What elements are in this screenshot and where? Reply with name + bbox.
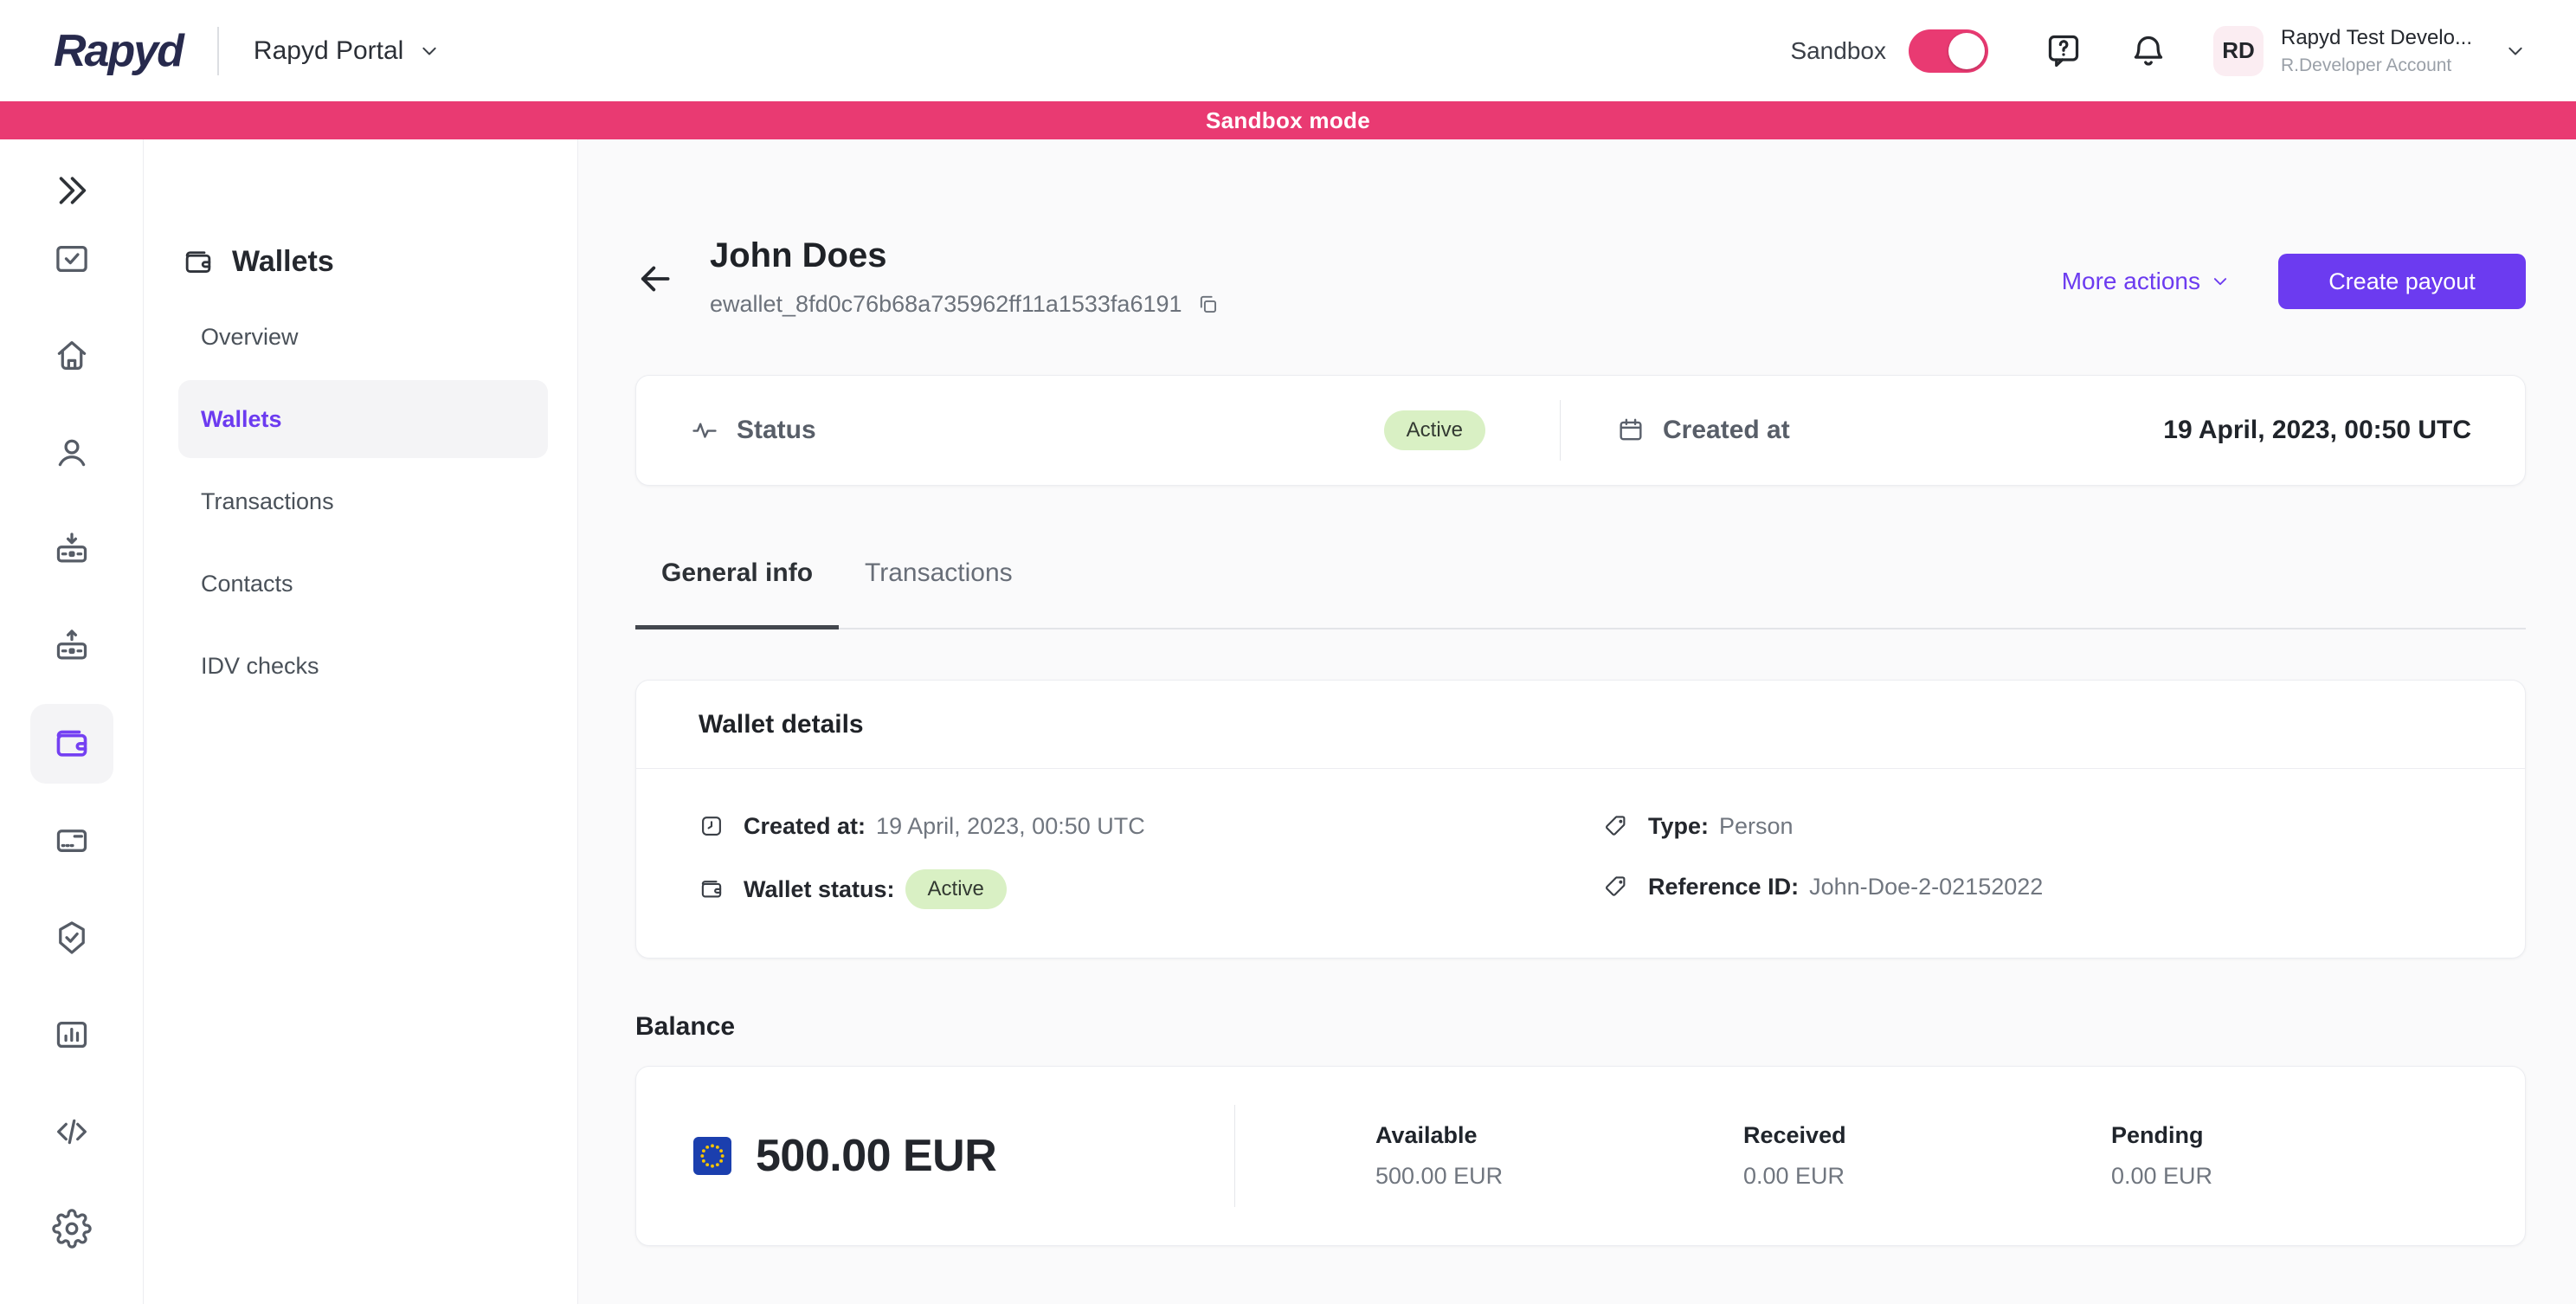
rapyd-logo[interactable]: Rapyd	[54, 25, 183, 77]
sidebar-menu: Overview Wallets Transactions Contacts I…	[178, 298, 548, 709]
detail-type: Type: Person	[1603, 809, 2463, 843]
wallets-sidebar: Wallets Overview Wallets Transactions Co…	[144, 139, 578, 1304]
rail-item-customers[interactable]	[30, 413, 113, 493]
toggle-knob	[1948, 33, 1985, 69]
arrow-left-icon	[635, 259, 675, 299]
rail-item-disburse[interactable]	[30, 607, 113, 687]
rail-item-wallets[interactable]	[30, 704, 113, 784]
workspace-label: Rapyd Portal	[254, 36, 403, 66]
status-badge: Active	[1384, 410, 1485, 450]
expand-sidebar-button[interactable]	[52, 171, 92, 210]
rail-item-collect[interactable]	[30, 510, 113, 590]
balance-total: 500.00 EUR	[756, 1130, 996, 1182]
rail-item-home[interactable]	[30, 316, 113, 396]
sidebar-item-overview[interactable]: Overview	[178, 298, 548, 376]
wallet-details-title: Wallet details	[636, 681, 2525, 769]
code-icon	[52, 1112, 92, 1152]
workspace-switcher[interactable]: Rapyd Portal	[254, 36, 441, 66]
eu-flag-icon	[693, 1137, 731, 1175]
wallet-icon	[182, 246, 215, 279]
home-icon	[52, 336, 92, 376]
detail-reference-id: Reference ID: John-Doe-2-02152022	[1603, 869, 2463, 904]
avatar: RD	[2213, 26, 2264, 76]
tabs: General info Transactions	[635, 558, 2526, 629]
chevron-down-icon	[2209, 270, 2231, 293]
sandbox-mode-banner: Sandbox mode	[0, 101, 2576, 139]
gear-icon	[52, 1209, 92, 1249]
chevron-down-icon	[417, 39, 441, 63]
rail-item-developers[interactable]	[30, 1092, 113, 1172]
balance-pending: Pending 0.00 EUR	[2111, 1122, 2479, 1190]
wallet-icon	[699, 876, 724, 902]
activity-icon	[690, 416, 719, 445]
bar-chart-icon	[52, 1015, 92, 1055]
rail-item-tasks[interactable]	[30, 219, 113, 299]
tag-icon	[1603, 874, 1629, 900]
account-name: Rapyd Test Develo...	[2281, 26, 2472, 50]
help-icon	[2044, 31, 2083, 71]
sidebar-item-idv-checks[interactable]: IDV checks	[178, 627, 548, 705]
help-button[interactable]	[2044, 31, 2083, 71]
notifications-button[interactable]	[2128, 31, 2168, 71]
sandbox-label: Sandbox	[1790, 37, 1886, 65]
balance-heading: Balance	[635, 1012, 2526, 1042]
status-summary-card: Status Active Created at 19 April, 2023,…	[635, 375, 2526, 486]
user-icon	[52, 433, 92, 473]
sidebar-title-label: Wallets	[232, 245, 334, 279]
copy-icon	[1196, 293, 1220, 316]
more-actions-button[interactable]: More actions	[2062, 268, 2231, 295]
card-arrow-up-icon	[52, 627, 92, 667]
tag-icon	[1603, 813, 1629, 839]
balance-available: Available 500.00 EUR	[1375, 1122, 1743, 1190]
top-bar: Rapyd Rapyd Portal Sandbox RD Rapyd Test…	[0, 0, 2576, 101]
rail-item-compliance[interactable]	[30, 898, 113, 978]
page-title: John Does	[710, 236, 1220, 275]
wallet-icon	[52, 724, 92, 764]
card-icon	[52, 821, 92, 861]
rail-item-settings[interactable]	[30, 1189, 113, 1268]
divider	[217, 27, 219, 75]
wallet-status-badge: Active	[905, 869, 1007, 909]
chevron-down-icon	[2503, 39, 2528, 63]
balance-card: 500.00 EUR Available 500.00 EUR Received…	[635, 1066, 2526, 1246]
tab-general-info[interactable]: General info	[635, 558, 839, 628]
detail-wallet-status: Wallet status: Active	[699, 869, 1603, 909]
chevrons-right-icon	[52, 171, 92, 210]
check-square-icon	[52, 239, 92, 279]
sidebar-item-transactions[interactable]: Transactions	[178, 462, 548, 540]
tab-transactions[interactable]: Transactions	[839, 558, 1039, 628]
calendar-icon	[1616, 416, 1645, 445]
shield-check-icon	[52, 918, 92, 958]
more-actions-label: More actions	[2062, 268, 2200, 295]
status-label: Status	[737, 416, 816, 445]
bell-icon	[2128, 31, 2168, 71]
created-at-value: 19 April, 2023, 00:50 UTC	[2163, 416, 2471, 445]
create-payout-button[interactable]: Create payout	[2278, 254, 2526, 309]
wallet-id: ewallet_8fd0c76b68a735962ff11a1533fa6191	[710, 291, 1182, 318]
icon-rail	[0, 139, 144, 1304]
rail-item-issuing[interactable]	[30, 801, 113, 881]
detail-created-at: Created at: 19 April, 2023, 00:50 UTC	[699, 809, 1603, 843]
account-menu[interactable]: RD Rapyd Test Develo... R.Developer Acco…	[2213, 26, 2528, 76]
card-arrow-down-icon	[52, 530, 92, 570]
sidebar-item-wallets[interactable]: Wallets	[178, 380, 548, 458]
main-content: John Does ewallet_8fd0c76b68a735962ff11a…	[578, 139, 2576, 1304]
page-header: John Does ewallet_8fd0c76b68a735962ff11a…	[635, 236, 2526, 318]
created-at-label: Created at	[1663, 416, 1790, 445]
account-subtitle: R.Developer Account	[2281, 55, 2472, 76]
copy-wallet-id-button[interactable]	[1196, 293, 1220, 316]
sandbox-toggle[interactable]	[1909, 29, 1988, 73]
rail-item-reports[interactable]	[30, 995, 113, 1075]
rapyd-portal-screen: Rapyd Rapyd Portal Sandbox RD Rapyd Test…	[0, 0, 2576, 1304]
clock-icon	[699, 813, 724, 839]
sidebar-title: Wallets	[178, 245, 548, 279]
sidebar-item-contacts[interactable]: Contacts	[178, 545, 548, 623]
wallet-details-card: Wallet details Created at: 19 April, 202…	[635, 680, 2526, 959]
back-button[interactable]	[635, 259, 675, 299]
balance-received: Received 0.00 EUR	[1743, 1122, 2111, 1190]
